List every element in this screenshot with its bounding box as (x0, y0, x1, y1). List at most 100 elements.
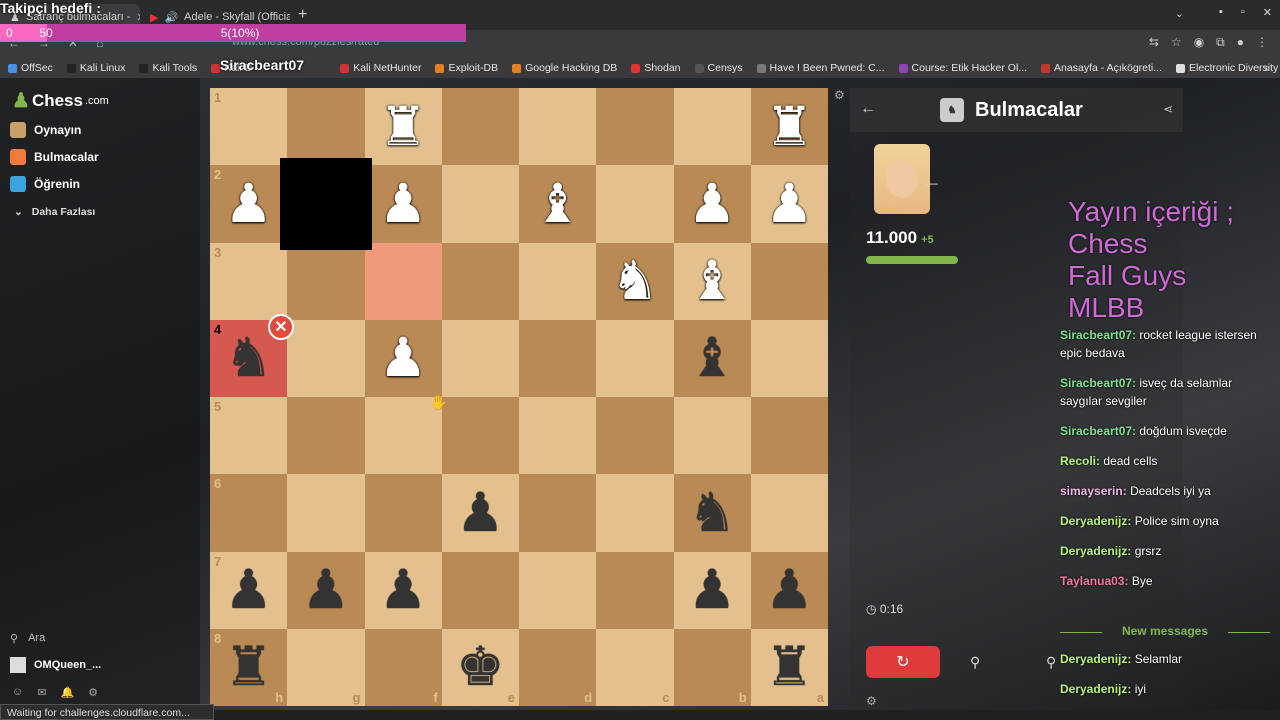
bookmark-item[interactable]: Google Hacking DB (512, 62, 617, 74)
board-square[interactable] (441, 88, 519, 166)
extension-badge-icon[interactable]: ● (1237, 35, 1244, 50)
board-square[interactable] (519, 319, 597, 397)
white-piece-icon[interactable]: ♝ (533, 177, 581, 231)
sidebar-more[interactable]: ⌄ Daha Fazlası (14, 206, 95, 218)
board-square[interactable] (441, 397, 519, 475)
chat-username[interactable]: Recoli (1060, 454, 1096, 468)
sidebar-item-learn[interactable]: Öğrenin (10, 176, 80, 192)
chat-username[interactable]: simayserin (1060, 484, 1123, 498)
board-square[interactable]: ♟ (287, 551, 365, 629)
chat-username[interactable]: Deryadenijz (1060, 544, 1127, 558)
sidebar-item-puzzles[interactable]: Bulmacalar (10, 149, 99, 165)
chat-username[interactable]: Siracbeart07 (1060, 424, 1132, 438)
board-square[interactable]: ♟ (750, 551, 828, 629)
translate-icon[interactable]: ⇆ (1149, 35, 1159, 50)
board-square[interactable]: ♟ (364, 319, 442, 397)
chat-username[interactable]: Taylanua03 (1060, 574, 1124, 588)
black-piece-icon[interactable]: ♟ (688, 563, 736, 617)
board-square[interactable]: 6 (210, 474, 288, 552)
white-piece-icon[interactable]: ♞ (611, 254, 659, 308)
bookmark-item[interactable]: Have I Been Pwned: C... (756, 62, 885, 74)
bookmark-item[interactable]: Kali NetHunter (340, 62, 421, 74)
board-square[interactable]: ♟ (673, 551, 751, 629)
white-piece-icon[interactable]: ♟ (765, 177, 813, 231)
board-square[interactable] (441, 551, 519, 629)
white-piece-icon[interactable]: ♜ (765, 100, 813, 154)
menu-icon[interactable]: ⋮ (1256, 35, 1268, 50)
board-square[interactable]: ♝ (673, 242, 751, 320)
board-square[interactable]: ♝ (519, 165, 597, 243)
white-piece-icon[interactable]: ♜ (379, 100, 427, 154)
tab-list-icon[interactable]: ⌄ (1175, 7, 1184, 20)
board-square[interactable] (364, 242, 442, 320)
bookmark-item[interactable]: Shodan (631, 62, 681, 74)
board-square[interactable]: b (673, 628, 751, 706)
board-square[interactable]: a ♜ (750, 628, 828, 706)
board-square[interactable] (596, 397, 674, 475)
close-window-button[interactable]: ✕ (1263, 6, 1272, 19)
board-square[interactable] (750, 474, 828, 552)
board-square[interactable] (441, 319, 519, 397)
board-square[interactable] (287, 88, 365, 166)
panel-settings-icon[interactable]: ⚙ (866, 694, 877, 708)
black-piece-icon[interactable]: ♟ (765, 563, 813, 617)
board-square[interactable]: ♞ (673, 474, 751, 552)
bookmark-star-icon[interactable]: ☆ (1171, 35, 1182, 50)
bookmark-item[interactable]: Censys (694, 62, 743, 74)
back-arrow-icon[interactable]: ← (860, 100, 876, 118)
bookmark-item[interactable]: Kali Tools (139, 62, 197, 74)
analysis-icon[interactable]: ⚲ (970, 654, 980, 671)
chat-username[interactable]: Deryadenijz (1060, 514, 1127, 528)
retry-button[interactable]: ↻ (866, 646, 940, 678)
friends-icon[interactable]: ☺ (12, 686, 23, 699)
board-square[interactable]: ♟ (364, 551, 442, 629)
chess-logo[interactable]: ♟ Chess .com (12, 88, 109, 113)
board-square[interactable] (673, 88, 751, 166)
board-square[interactable] (287, 242, 365, 320)
extensions-icon[interactable]: ⧉ (1216, 35, 1225, 50)
board-square[interactable]: ♞ (596, 242, 674, 320)
board-square[interactable] (596, 88, 674, 166)
messages-icon[interactable]: ✉ (37, 686, 46, 699)
sidebar-item-play[interactable]: Oynayın (10, 122, 81, 138)
chat-username[interactable]: Siracbeart07 (1060, 328, 1132, 342)
bookmark-item[interactable]: Course: Etik Hacker Ol... (898, 62, 1027, 74)
bookmark-item[interactable]: OffSec (8, 62, 53, 74)
black-piece-icon[interactable]: ♞ (688, 486, 736, 540)
board-square[interactable]: 8 h ♜ (210, 628, 288, 706)
board-square[interactable]: ♜ (364, 88, 442, 166)
board-square[interactable]: e ♚ (441, 628, 519, 706)
board-square[interactable] (596, 474, 674, 552)
board-square[interactable] (596, 165, 674, 243)
board-square[interactable]: ♟ (364, 165, 442, 243)
board-square[interactable]: 5 (210, 397, 288, 475)
board-square[interactable] (287, 319, 365, 397)
black-piece-icon[interactable]: ♝ (688, 331, 736, 385)
board-square[interactable]: 2 ♟ (210, 165, 288, 243)
white-piece-icon[interactable]: ♝ (688, 254, 736, 308)
settings-icon[interactable]: ⚙ (88, 686, 98, 699)
board-square[interactable] (596, 319, 674, 397)
more-bookmarks-icon[interactable]: » (1264, 62, 1270, 74)
board-square[interactable]: 7 ♟ (210, 551, 288, 629)
chat-username[interactable]: Deryadenijz (1060, 682, 1127, 696)
board-square[interactable]: ♟ (750, 165, 828, 243)
account-icon[interactable]: ◉ (1194, 35, 1204, 50)
notifications-icon[interactable]: 🔔 (60, 686, 74, 699)
board-square[interactable] (750, 242, 828, 320)
bookmark-item[interactable]: Exploit-DB (435, 62, 498, 74)
board-square[interactable]: c (596, 628, 674, 706)
board-square[interactable]: d (519, 628, 597, 706)
board-square[interactable]: ♝ (673, 319, 751, 397)
white-piece-icon[interactable]: ♟ (379, 177, 427, 231)
white-piece-icon[interactable]: ♟ (379, 331, 427, 385)
bookmark-item[interactable]: Anasayfa - Açıkögreti... (1041, 62, 1162, 74)
board-square[interactable]: ♜ (750, 88, 828, 166)
board-square[interactable] (596, 551, 674, 629)
board-square[interactable] (519, 551, 597, 629)
board-square[interactable] (673, 397, 751, 475)
new-tab-button[interactable]: + (298, 6, 307, 24)
chat-username[interactable]: Siracbeart07 (1060, 376, 1132, 390)
board-square[interactable]: ♟ (673, 165, 751, 243)
black-piece-icon[interactable]: ♜ (765, 640, 813, 694)
